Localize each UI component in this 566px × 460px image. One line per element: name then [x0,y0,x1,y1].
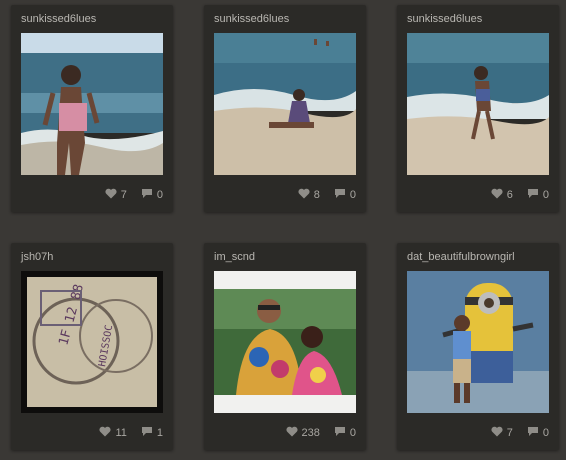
photo-stats: 8 0 [298,188,356,202]
comment-bubble-icon[interactable] [527,188,539,202]
photo-stats: 7 0 [491,426,549,440]
comment-bubble-icon[interactable] [334,188,346,202]
like-count: 238 [301,427,320,439]
photo-thumbnail[interactable] [214,271,356,413]
photo-card[interactable]: sunkissed6lues 7 0 [11,5,173,212]
photo-stats: 6 0 [491,188,549,202]
photo-thumbnail[interactable] [21,33,163,175]
photo-card[interactable]: jsh07h 1F 12 88 HOISSOC 11 1 [11,243,173,450]
photo-stats: 238 0 [285,426,356,440]
photo-card[interactable]: im_scnd 238 0 [204,243,366,450]
comment-count: 0 [542,427,549,439]
like-count: 11 [115,427,127,439]
photo-thumbnail[interactable]: 1F 12 88 HOISSOC [21,271,163,413]
comment-bubble-icon[interactable] [141,426,153,440]
photo-card[interactable]: dat_beautifulbrowngirl 7 0 [397,243,559,450]
comment-count: 1 [156,427,163,439]
photo-thumbnail[interactable] [214,33,356,175]
comment-bubble-icon[interactable] [527,426,539,440]
heart-icon[interactable] [285,426,298,440]
photo-card[interactable]: sunkissed6lues 8 0 [204,5,366,212]
like-count: 8 [313,189,320,201]
heart-icon[interactable] [105,188,117,202]
comment-bubble-icon[interactable] [141,188,153,202]
photo-stats: 7 0 [105,188,163,202]
username-link[interactable]: sunkissed6lues [21,13,96,25]
comment-count: 0 [156,189,163,201]
username-link[interactable]: sunkissed6lues [214,13,289,25]
heart-icon[interactable] [491,426,503,440]
username-link[interactable]: jsh07h [21,251,53,263]
heart-icon[interactable] [99,426,112,440]
like-count: 7 [120,189,127,201]
comment-bubble-icon[interactable] [334,426,346,440]
heart-icon[interactable] [491,188,503,202]
photo-card[interactable]: sunkissed6lues 6 0 [397,5,559,212]
username-link[interactable]: im_scnd [214,251,255,263]
photo-thumbnail[interactable] [407,33,549,175]
comment-count: 0 [542,189,549,201]
like-count: 6 [506,189,513,201]
heart-icon[interactable] [298,188,310,202]
comment-count: 0 [349,427,356,439]
photo-stats: 11 1 [99,426,163,440]
comment-count: 0 [349,189,356,201]
photo-thumbnail[interactable] [407,271,549,413]
username-link[interactable]: sunkissed6lues [407,13,482,25]
username-link[interactable]: dat_beautifulbrowngirl [407,251,515,263]
like-count: 7 [506,427,513,439]
